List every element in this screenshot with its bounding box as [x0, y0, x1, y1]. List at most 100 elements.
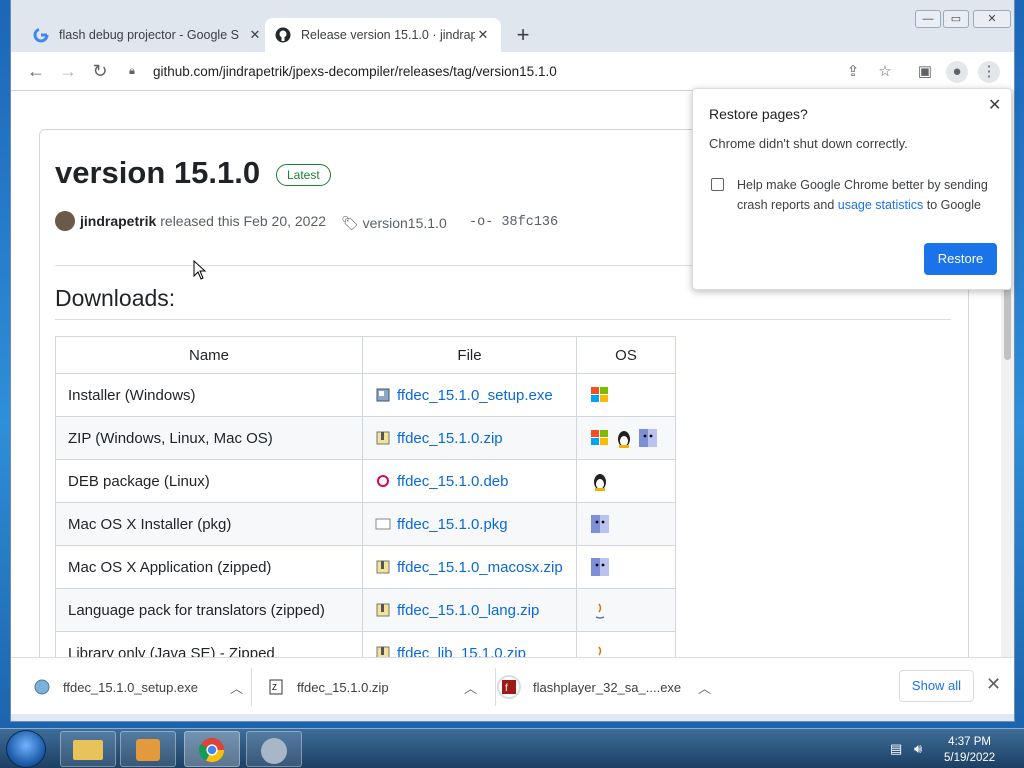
- table-row: DEB package (Linux) ffdec_15.1.0.deb: [55, 459, 676, 503]
- os-cell: [576, 502, 676, 546]
- close-dialog-icon[interactable]: ✕: [988, 95, 1001, 115]
- start-button[interactable]: [6, 730, 46, 768]
- file-description: DEB package (Linux): [55, 459, 363, 503]
- installer-file-icon: [34, 679, 50, 695]
- restore-pages-dialog: Restore pages? ✕ Chrome didn't shut down…: [692, 88, 1012, 290]
- dialog-message: Chrome didn't shut down correctly.: [709, 136, 908, 151]
- divider: [495, 668, 496, 706]
- windows-taskbar: ▤ 🔊︎ 4:37 PM 5/19/2022: [0, 728, 1024, 768]
- crash-report-checkbox[interactable]: [711, 178, 724, 191]
- maximize-button[interactable]: ▭: [943, 10, 969, 28]
- java-icon: [595, 603, 605, 619]
- back-icon[interactable]: ←: [25, 61, 47, 83]
- download-filename: flashplayer_32_sa_....exe: [533, 679, 682, 695]
- table-row: Language pack for translators (zipped) ff…: [55, 588, 676, 632]
- file-download-link[interactable]: ffdec_15.1.0.zip: [397, 430, 503, 447]
- mac-icon: [591, 558, 609, 576]
- zip-file-icon: [376, 560, 390, 573]
- tab-title: flash debug projector - Google S: [59, 28, 239, 42]
- clock-time: 4:37 PM: [948, 736, 991, 748]
- file-download-link[interactable]: ffdec_15.1.0_setup.exe: [397, 387, 553, 404]
- taskbar-clock[interactable]: 4:37 PM 5/19/2022: [944, 734, 995, 766]
- share-icon[interactable]: ⇪: [842, 61, 864, 83]
- chevron-up-icon[interactable]: ︿: [698, 678, 711, 697]
- linux-icon: [594, 474, 606, 491]
- os-cell: [576, 459, 676, 503]
- divider: [55, 319, 951, 320]
- new-tab-button[interactable]: +: [511, 24, 535, 46]
- menu-kebab-icon[interactable]: ⋮: [978, 61, 1000, 83]
- downloads-bar: ffdec_15.1.0_setup.exe ︿ Z ffdec_15.1.0.…: [11, 657, 1014, 714]
- deb-file-icon: [377, 474, 389, 487]
- reload-icon[interactable]: ↻: [89, 61, 111, 83]
- download-item[interactable]: Z ffdec_15.1.0.zip ︿: [267, 668, 477, 706]
- file-download-link[interactable]: ffdec_15.1.0_macosx.zip: [397, 559, 563, 576]
- tab-github-release[interactable]: Release version 15.1.0 · jindrapetr ✕: [265, 18, 501, 52]
- table-row: Mac OS X Installer (pkg) ffdec_15.1.0.pkg: [55, 502, 676, 546]
- tag-link[interactable]: 🏷︎ version15.1.0: [341, 215, 447, 232]
- side-panel-icon[interactable]: ▣: [914, 61, 936, 83]
- commit-icon: -o-: [469, 215, 494, 230]
- flash-player-icon: f: [497, 675, 521, 699]
- file-download-link[interactable]: ffdec_15.1.0_lang.zip: [397, 602, 539, 619]
- url-text: github.com/jindrapetrik/jpexs-decompiler…: [153, 63, 557, 79]
- downloads-table: Name File OS Installer (Windows) ffdec_15…: [55, 336, 676, 657]
- close-window-button[interactable]: ✕: [973, 10, 1011, 28]
- file-download-link[interactable]: ffdec_15.1.0.deb: [397, 473, 509, 490]
- mac-icon: [591, 515, 609, 533]
- download-filename: ffdec_15.1.0_setup.exe: [63, 679, 198, 695]
- usage-statistics-link[interactable]: usage statistics: [838, 198, 923, 212]
- close-downloads-icon[interactable]: ✕: [986, 674, 1001, 695]
- file-description: ZIP (Windows, Linux, Mac OS): [55, 416, 363, 460]
- close-tab-icon[interactable]: ✕: [475, 27, 491, 43]
- tab-google-search[interactable]: flash debug projector - Google S ✕: [23, 18, 273, 52]
- chevron-up-icon[interactable]: ︿: [230, 678, 243, 697]
- os-cell: [576, 588, 676, 632]
- chrome-window: flash debug projector - Google S ✕ Relea…: [10, 0, 1015, 722]
- show-all-button[interactable]: Show all: [899, 670, 974, 702]
- checkbox-suffix: to Google: [926, 198, 981, 212]
- svg-text:f: f: [505, 683, 508, 694]
- media-player-taskbar-icon[interactable]: [120, 731, 176, 767]
- download-item[interactable]: ffdec_15.1.0_setup.exe ︿: [33, 668, 243, 706]
- file-cell: ffdec_15.1.0_lang.zip: [362, 588, 577, 632]
- explorer-taskbar-icon[interactable]: [60, 731, 116, 767]
- zip-file-icon: [376, 603, 390, 616]
- os-cell: [576, 416, 676, 460]
- restore-button[interactable]: Restore: [924, 243, 997, 275]
- author-link[interactable]: jindrapetrik: [80, 213, 156, 229]
- file-cell: ffdec_15.1.0.deb: [362, 459, 577, 503]
- download-item[interactable]: f flashplayer_32_sa_....exe ︿: [497, 668, 711, 706]
- column-header-os: OS: [576, 336, 676, 374]
- mac-icon: [639, 429, 657, 447]
- profile-icon[interactable]: ●: [946, 61, 968, 83]
- checkbox-label: Help make Google Chrome better by sendin…: [737, 175, 997, 215]
- download-filename: ffdec_15.1.0.zip: [297, 679, 389, 695]
- chrome-taskbar-icon[interactable]: [184, 731, 240, 767]
- bookmark-star-icon[interactable]: ☆: [874, 61, 896, 83]
- network-icon[interactable]: ▤: [890, 741, 902, 757]
- address-bar[interactable]: 🔒︎ github.com/jindrapetrik/jpexs-decompi…: [129, 57, 599, 85]
- installer-taskbar-icon[interactable]: [246, 731, 302, 767]
- forward-icon[interactable]: →: [57, 61, 79, 83]
- minimize-button[interactable]: —: [915, 10, 941, 28]
- zip-file-icon: [376, 431, 390, 444]
- tab-title: Release version 15.1.0 · jindrapetr: [301, 28, 475, 42]
- commit-link[interactable]: -o- 38fc136: [469, 215, 558, 230]
- chevron-up-icon[interactable]: ︿: [464, 678, 477, 697]
- linux-icon: [618, 431, 630, 448]
- avatar[interactable]: [55, 211, 75, 231]
- volume-icon[interactable]: 🔊︎: [914, 741, 922, 757]
- file-download-link[interactable]: ffdec_lib_15.1.0.zip: [397, 645, 526, 658]
- file-description: Language pack for translators (zipped): [55, 588, 363, 632]
- close-tab-icon[interactable]: ✕: [247, 27, 263, 43]
- table-row: Installer (Windows) ffdec_15.1.0_setup.ex…: [55, 373, 676, 417]
- downloads-heading: Downloads:: [55, 285, 176, 311]
- file-cell: ffdec_15.1.0.zip: [362, 416, 577, 460]
- zip-file-icon: Z: [269, 679, 283, 695]
- svg-text:Z: Z: [272, 683, 277, 692]
- latest-badge: Latest: [276, 164, 331, 186]
- browser-toolbar: ← → ↻ 🔒︎ github.com/jindrapetrik/jpexs-d…: [11, 52, 1014, 90]
- file-download-link[interactable]: ffdec_15.1.0.pkg: [397, 516, 508, 533]
- windows-icon: [591, 387, 608, 402]
